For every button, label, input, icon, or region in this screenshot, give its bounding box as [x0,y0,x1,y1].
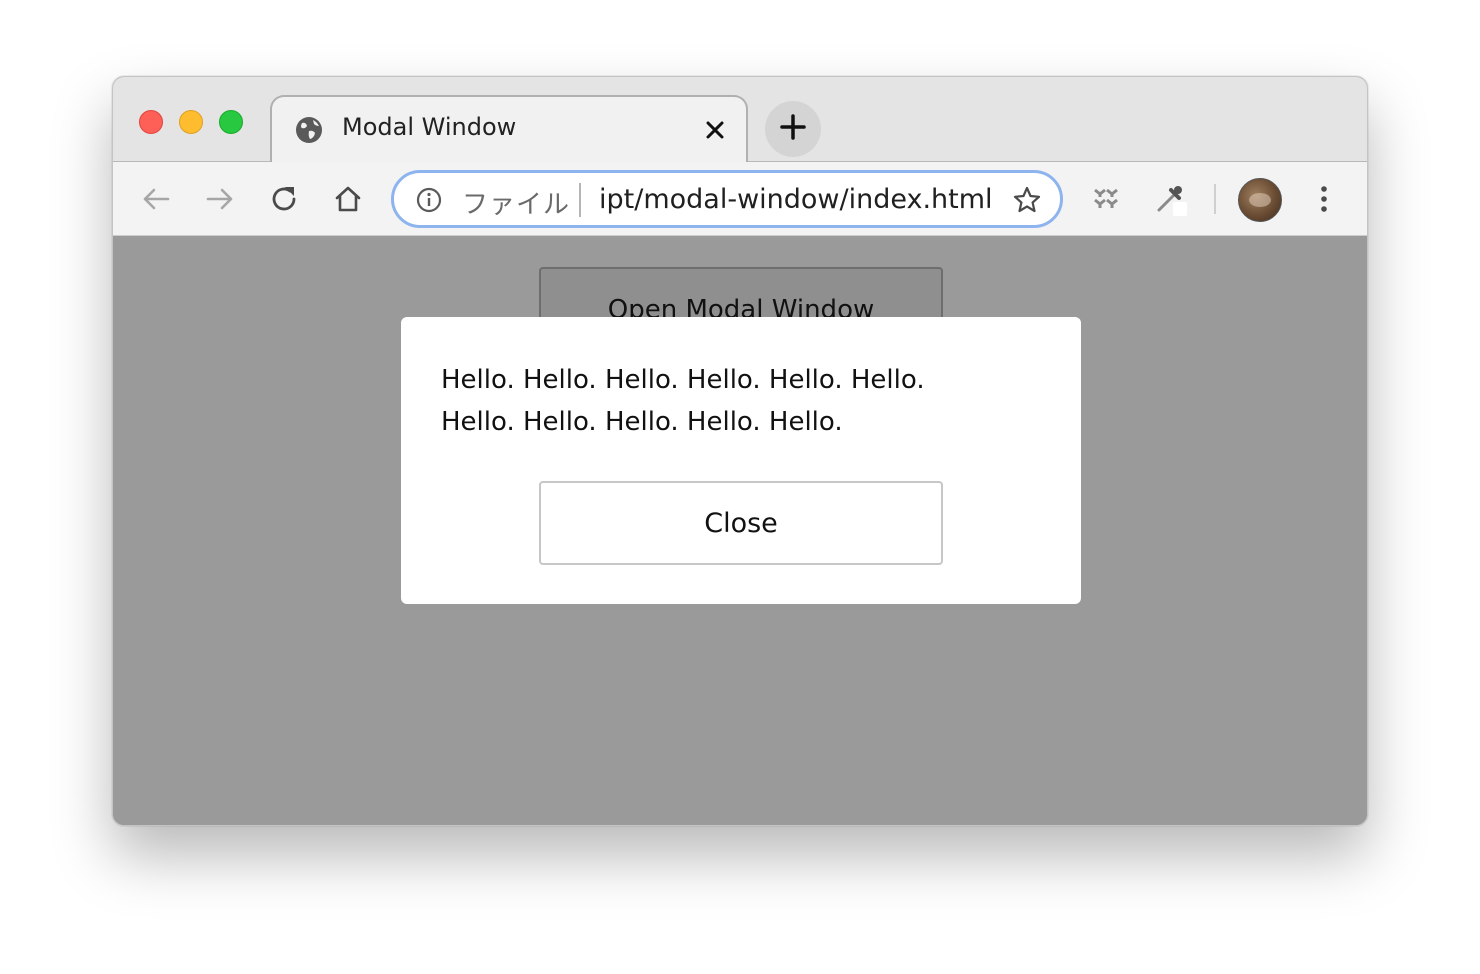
tab-strip: Modal Window [113,77,1367,163]
plus-icon [780,113,806,145]
window-minimize-button[interactable] [179,110,203,134]
star-icon[interactable] [1012,185,1042,215]
window-zoom-button[interactable] [219,110,243,134]
eyedropper-icon[interactable] [1153,182,1187,216]
globe-icon [294,115,324,145]
more-vert-icon[interactable] [1307,182,1341,216]
home-icon[interactable] [331,182,365,216]
browser-window: Modal Window ファイル ipt/modal-window/index… [112,76,1368,826]
forward-arrow-icon[interactable] [203,182,237,216]
url-text[interactable]: ipt/modal-window/index.html [599,184,993,215]
avatar[interactable] [1238,178,1282,222]
modal-text: Hello. Hello. Hello. Hello. Hello. Hello… [441,365,925,437]
modal-dialog: Hello. Hello. Hello. Hello. Hello. Hello… [401,317,1081,604]
window-close-button[interactable] [139,110,163,134]
close-button[interactable]: Close [539,481,943,565]
address-bar[interactable]: ファイル ipt/modal-window/index.html [391,170,1063,228]
page-content: Open Modal Window Hello. Hello. Hello. H… [113,236,1367,825]
url-scheme-label: ファイル [462,190,571,220]
reload-icon[interactable] [267,182,301,216]
extensions-icon[interactable] [1089,182,1123,216]
close-icon[interactable] [700,115,730,145]
info-icon[interactable] [416,187,442,213]
tab-title: Modal Window [342,113,517,141]
toolbar-divider [1214,184,1216,214]
tab-modal-window[interactable]: Modal Window [270,95,748,163]
new-tab-button[interactable] [765,101,821,157]
back-arrow-icon[interactable] [139,182,173,216]
toolbar: ファイル ipt/modal-window/index.html [113,162,1367,236]
url-separator [579,183,581,217]
